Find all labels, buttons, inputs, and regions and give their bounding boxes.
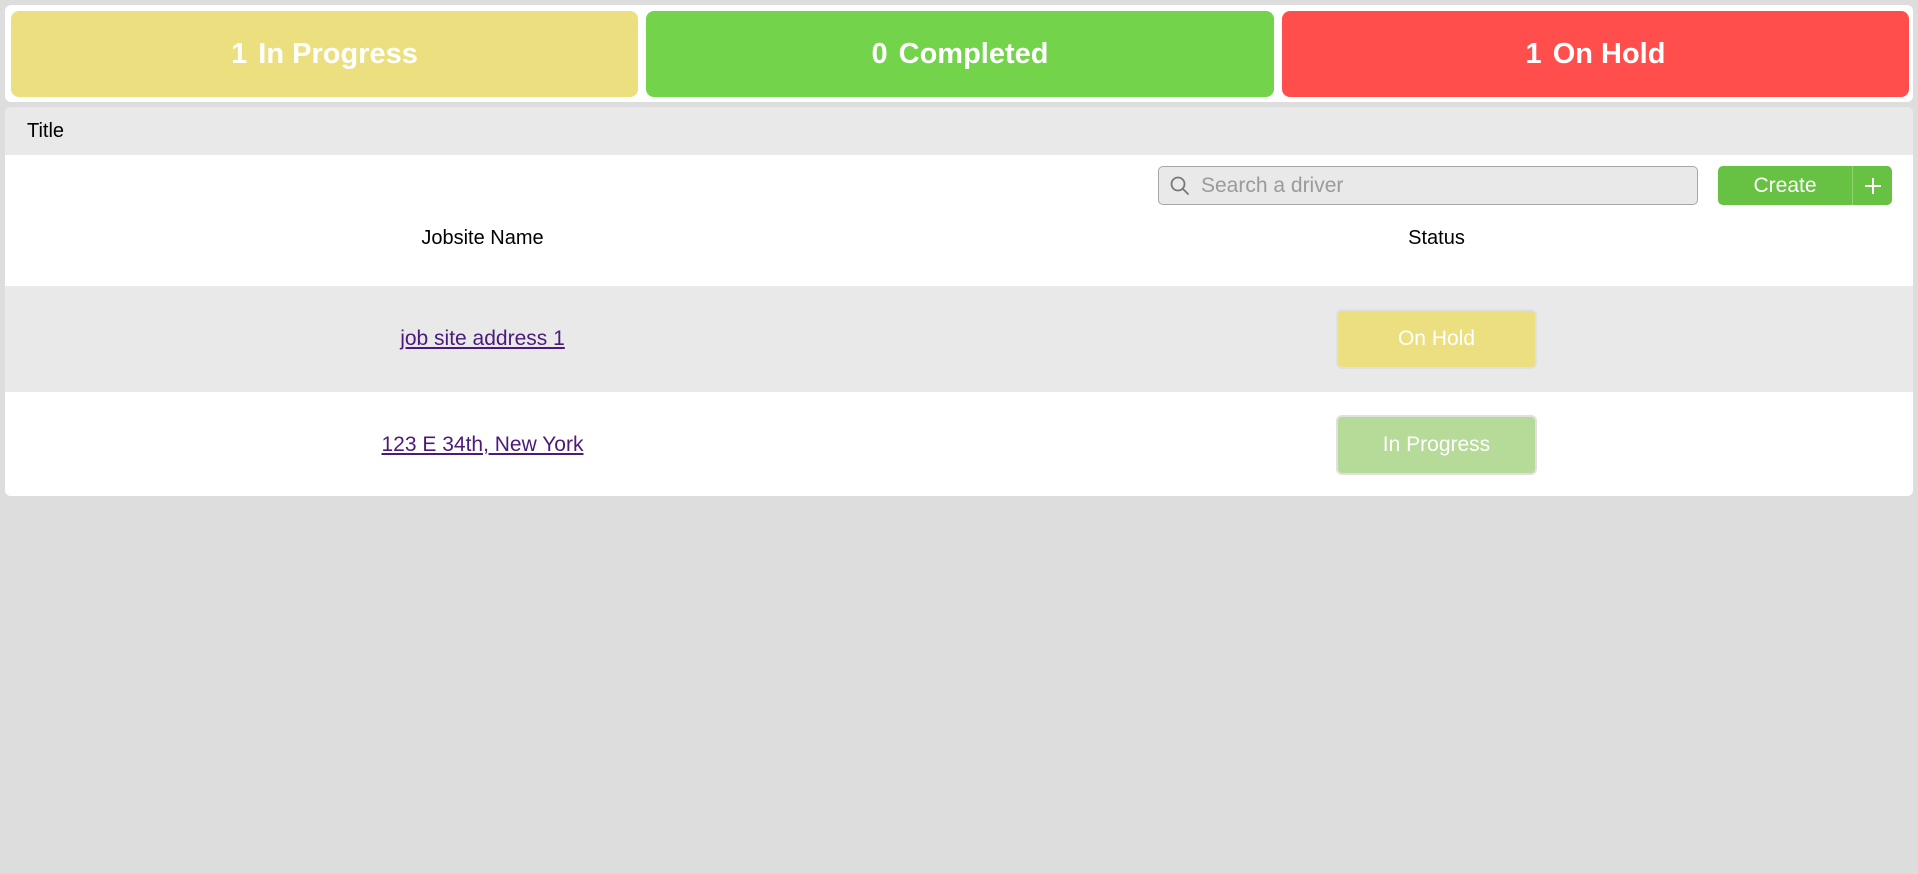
- status-cell: On Hold: [960, 286, 1913, 392]
- status-badge[interactable]: On Hold: [1336, 309, 1537, 369]
- on-hold-label: On Hold: [1552, 37, 1666, 70]
- search-icon: [1170, 176, 1189, 195]
- column-header-status: Status: [1408, 226, 1465, 249]
- jobsite-name-cell: job site address 1: [5, 286, 960, 392]
- search-input[interactable]: [1201, 173, 1681, 198]
- column-header-jobsite-name: Jobsite Name: [421, 226, 544, 249]
- jobsite-link[interactable]: 123 E 34th, New York: [382, 433, 584, 457]
- completed-summary-card[interactable]: 0 Completed: [646, 11, 1274, 97]
- status-badge[interactable]: In Progress: [1336, 415, 1537, 475]
- search-box[interactable]: [1158, 166, 1698, 205]
- jobsites-panel: Title Create Jobsite Name Status job sit…: [5, 107, 1913, 496]
- table-row: 123 E 34th, New York In Progress: [5, 392, 1913, 496]
- in-progress-label: In Progress: [258, 37, 418, 70]
- plus-icon[interactable]: [1852, 166, 1892, 205]
- in-progress-count: 1: [231, 37, 248, 70]
- panel-title: Title: [5, 107, 1913, 155]
- on-hold-count: 1: [1525, 37, 1542, 70]
- completed-label: Completed: [898, 37, 1049, 70]
- completed-count: 0: [871, 37, 888, 70]
- jobsite-name-cell: 123 E 34th, New York: [5, 392, 960, 496]
- create-button-label: Create: [1753, 173, 1817, 197]
- create-button[interactable]: Create: [1718, 166, 1892, 205]
- in-progress-summary-card[interactable]: 1 In Progress: [11, 11, 638, 97]
- status-summary-bar: 1 In Progress 0 Completed 1 On Hold: [5, 5, 1913, 102]
- jobsite-link[interactable]: job site address 1: [400, 327, 565, 351]
- on-hold-summary-card[interactable]: 1 On Hold: [1282, 11, 1909, 97]
- table-row: job site address 1 On Hold: [5, 286, 1913, 392]
- status-cell: In Progress: [960, 392, 1913, 496]
